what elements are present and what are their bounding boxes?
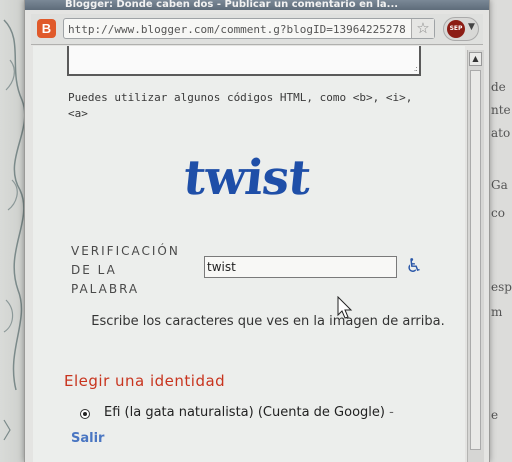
sep-badge-icon: SEP [447,20,465,38]
page-content: .: Puedes utilizar algunos códigos HTML,… [33,46,465,462]
url-field[interactable]: http://www.blogger.com/comment.g?blogID=… [63,18,435,39]
blogger-favicon-icon: B [37,19,56,38]
scroll-thumb[interactable] [470,70,481,450]
dropdown-arrow-icon: ▼ [468,22,475,32]
address-bar: B http://www.blogger.com/comment.g?blogI… [31,14,483,45]
html-note-line: Puedes utilizar algunos códigos HTML, co… [68,91,413,104]
identity-radio[interactable] [80,409,90,419]
bg-text: co [491,206,505,220]
sep-extension-button[interactable]: SEP ▼ [443,17,479,41]
accessibility-icon[interactable]: ♿ [403,254,425,278]
bg-text: nte [491,103,511,117]
signout-link[interactable]: Salir [71,431,104,446]
bg-text: e [491,408,499,422]
verif-label-line: PALABRA [71,282,140,296]
vertical-scrollbar[interactable]: ▲ [467,50,484,462]
html-codes-note: Puedes utilizar algunos códigos HTML, co… [68,90,438,122]
bg-text: Ga [491,178,508,192]
window-title: Blogger: Donde caben dos - Publicar un c… [25,0,489,10]
comment-popup-window: Blogger: Donde caben dos - Publicar un c… [24,0,490,462]
captcha-image: twist [180,150,313,206]
mouse-cursor-icon [337,296,353,319]
identity-name-text: Efi (la gata naturalista) (Cuenta de Goo… [104,405,385,420]
verification-hint: Escribe los caracteres que ves en la ima… [91,314,445,329]
comment-textarea[interactable]: .: [67,46,421,76]
verif-label-line: VERIFICACIÓN [71,244,180,258]
identity-separator: - [389,405,394,420]
identity-option-label[interactable]: Efi (la gata naturalista) (Cuenta de Goo… [104,405,394,420]
html-note-line: <a> [68,107,88,120]
scroll-up-icon[interactable]: ▲ [469,52,482,66]
bg-text: ato [491,126,511,140]
word-verification-input[interactable]: twist [204,256,397,278]
resize-grip-icon[interactable]: .: [414,64,418,73]
verif-label-line: DE LA [71,263,117,277]
choose-identity-heading: Elegir una identidad [64,372,226,390]
bg-text: m [491,305,503,319]
word-verification-label: VERIFICACIÓN DE LA PALABRA [71,242,191,299]
bookmark-star-icon[interactable]: ☆ [411,19,434,38]
bg-text: esp [491,280,512,294]
bg-text: de [491,80,506,94]
